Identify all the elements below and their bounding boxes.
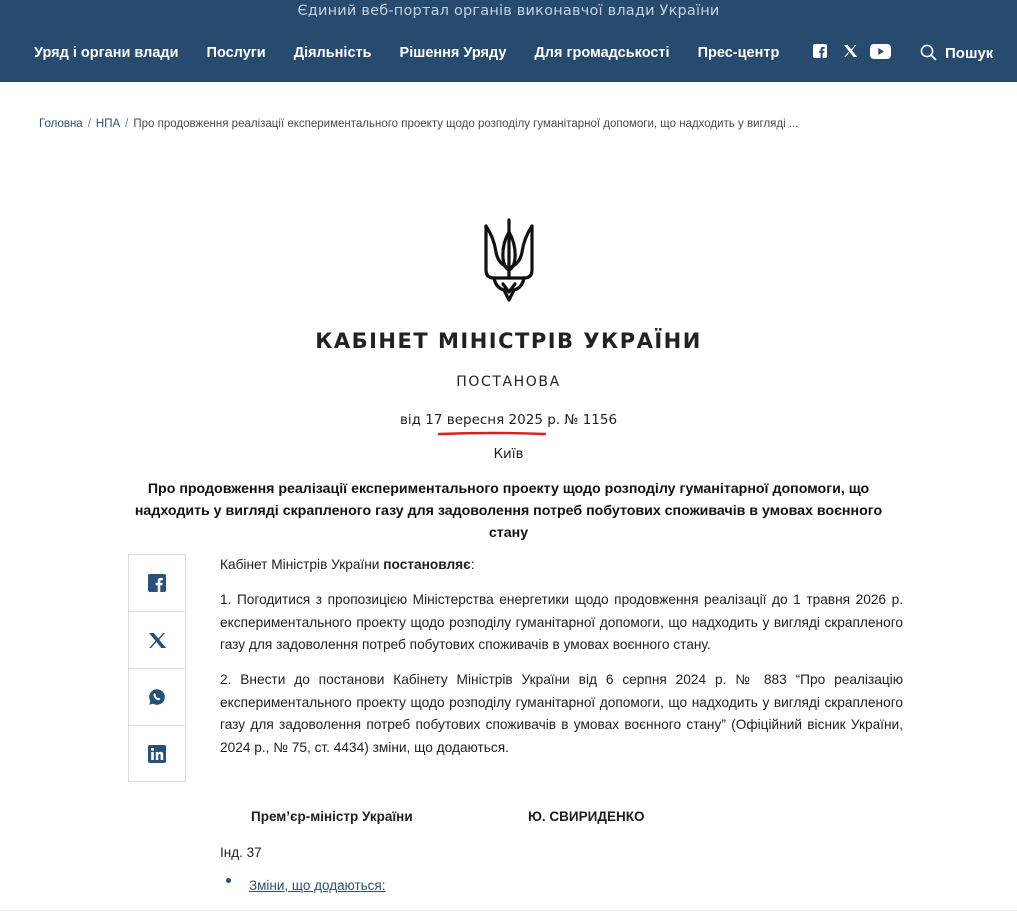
document-heading: Про продовження реалізації експериментал…	[134, 481, 883, 541]
main-nav: Уряд і органи влади Послуги Діяльність Р…	[34, 45, 807, 61]
portal-title: Єдиний веб-портал органів виконавчої вла…	[297, 3, 720, 19]
list-bullet	[226, 878, 231, 883]
document-date-line: від 17 вересня 2025 р. № 1156	[0, 412, 1017, 428]
share-x-button[interactable]	[129, 612, 185, 668]
linkedin-icon	[148, 745, 166, 763]
paragraph-2: 2. Внести до постанови Кабінету Міністрі…	[220, 672, 903, 755]
breadcrumb-separator: /	[125, 118, 129, 130]
red-underline-annotation	[438, 431, 546, 436]
nav-item-government[interactable]: Уряд і органи влади	[34, 45, 179, 61]
facebook-icon[interactable]	[813, 44, 827, 58]
changes-link[interactable]: Зміни, що додаються:	[249, 878, 385, 893]
share-whatsapp-button[interactable]	[129, 669, 185, 725]
paragraph-1: 1. Погодитися з пропозицією Міністерства…	[220, 592, 903, 653]
document-authority: КАБІНЕТ МІНІСТРІВ УКРАЇНИ	[315, 329, 702, 353]
share-facebook-button[interactable]	[129, 555, 185, 611]
breadcrumb-section[interactable]: НПА	[96, 118, 120, 130]
breadcrumb-current: Про продовження реалізації експериментал…	[133, 118, 799, 130]
nav-item-press[interactable]: Прес-центр	[698, 45, 780, 61]
intro-paragraph: Кабінет Міністрів України постановляє:	[220, 554, 903, 577]
search-label: Пошук	[945, 45, 994, 62]
document-index: Інд. 37	[220, 845, 262, 860]
search-button[interactable]: Пошук	[920, 43, 993, 62]
intro-decree-word: постановляє	[383, 557, 471, 572]
document-kind: ПОСТАНОВА	[456, 374, 561, 390]
youtube-icon[interactable]	[870, 44, 891, 59]
coat-of-arms-icon	[484, 218, 534, 302]
breadcrumb-home[interactable]: Головна	[39, 118, 83, 130]
nav-item-public[interactable]: Для громадськості	[534, 45, 669, 61]
x-icon[interactable]	[843, 44, 858, 58]
nav-item-activity[interactable]: Діяльність	[294, 45, 372, 61]
intro-colon: :	[470, 557, 475, 572]
intro-text: Кабінет Міністрів України	[220, 557, 380, 572]
date-suffix: р. №	[547, 412, 579, 428]
share-linkedin-button[interactable]	[129, 726, 185, 782]
facebook-icon	[148, 574, 166, 592]
share-panel	[128, 554, 186, 782]
nav-item-decisions[interactable]: Рішення Уряду	[400, 45, 507, 61]
breadcrumb-separator: /	[87, 118, 91, 130]
search-icon	[920, 44, 937, 61]
document-number: 1156	[582, 412, 618, 428]
date-prefix: від	[399, 412, 421, 428]
site-header: Єдиний веб-портал органів виконавчої вла…	[0, 0, 1017, 82]
document-city: Київ	[493, 446, 524, 462]
signature-name: Ю. СВИРИДЕНКО	[528, 809, 645, 824]
x-icon	[148, 632, 166, 648]
whatsapp-icon	[149, 689, 165, 705]
breadcrumb: Головна / НПА / Про продовження реалізац…	[39, 118, 798, 130]
document-date: 17 вересня 2025	[425, 412, 543, 428]
nav-item-services[interactable]: Послуги	[207, 45, 266, 61]
bottom-divider	[0, 910, 1017, 911]
signature-role: Прем’єр-міністр України	[251, 809, 413, 824]
